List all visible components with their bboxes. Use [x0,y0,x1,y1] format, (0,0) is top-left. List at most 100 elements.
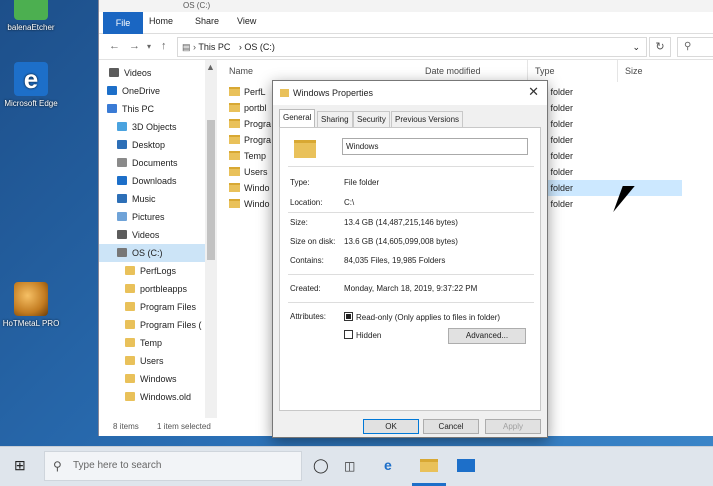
file-name-text: PerfL [244,87,266,97]
tab-file[interactable]: File [103,12,143,34]
sidebar-item[interactable]: Windows [99,370,205,388]
sidebar-item[interactable]: 3D Objects [99,118,205,136]
selection-count: 1 item selected [157,422,211,431]
folder-name-field[interactable]: Windows [342,138,528,155]
desktop-icon-balenaetcher[interactable]: balenaEtcher [0,0,62,32]
drive-icon: ▤ › [182,42,197,52]
divider [288,166,534,167]
tab-previous-versions[interactable]: Previous Versions [391,111,464,127]
column-divider[interactable] [617,60,618,82]
folder-icon [229,87,240,96]
checkbox-indeterminate-icon [344,312,353,321]
readonly-label: Read-only (Only applies to files in fold… [356,313,501,322]
tab-sharing[interactable]: Sharing [317,111,353,127]
sidebar-item[interactable]: OneDrive [99,82,205,100]
mail-icon[interactable] [457,459,475,472]
sidebar-item[interactable]: Temp [99,334,205,352]
back-arrow-icon[interactable]: ← [109,40,120,52]
sidebar-item[interactable]: portbleapps [99,280,205,298]
readonly-checkbox[interactable]: Read-only (Only applies to files in fold… [344,312,500,322]
file-explorer-icon[interactable] [420,459,438,472]
sidebar-item[interactable]: Users [99,352,205,370]
scrollbar-thumb[interactable] [207,120,215,260]
checkbox-icon [344,330,353,339]
tab-general[interactable]: General [279,109,316,127]
sidebar-item[interactable]: Program Files ( [99,316,205,334]
column-header-type[interactable]: Type [535,66,555,76]
documents-icon [117,158,127,167]
breadcrumb-os-c[interactable]: OS (C:) [244,42,275,52]
column-divider[interactable] [527,60,528,82]
sidebar-item-label: portbleapps [140,284,188,294]
folder-icon [229,167,240,176]
tab-home[interactable]: Home [149,16,173,26]
item-count: 8 items [113,422,139,431]
sidebar-item[interactable]: Documents [99,154,205,172]
desktop-icon-hotmetal[interactable]: HoTMetaL PRO [0,282,62,328]
cancel-button[interactable]: Cancel [423,419,479,434]
videos-icon [117,230,127,239]
sidebar-item[interactable]: Windows.old [99,388,205,406]
file-name-text: Users [244,167,268,177]
windows-start-icon[interactable]: ⊞ [14,457,26,474]
hidden-checkbox[interactable]: Hidden [344,330,381,340]
column-header-date-modified[interactable]: Date modified [425,66,481,76]
file-name: Users [229,164,268,180]
sidebar-item[interactable]: Downloads [99,172,205,190]
chevron-down-icon[interactable]: ⌄ [632,38,640,56]
pictures-icon [117,212,127,221]
dialog-titlebar[interactable]: Windows Properties ✕ [273,81,547,105]
sidebar-item-label: Users [140,356,164,366]
divider [288,274,534,275]
folder-icon [125,338,135,347]
tab-security[interactable]: Security [353,111,390,127]
folder-icon [125,320,135,329]
sidebar-item[interactable]: Desktop [99,136,205,154]
type-value: File folder [344,178,380,187]
ok-button[interactable]: OK [363,419,419,434]
forward-arrow-icon[interactable]: → [129,40,140,52]
tab-share[interactable]: Share [195,16,219,26]
file-name: Temp [229,148,266,164]
cortana-icon[interactable]: ◯ [313,457,329,474]
sidebar-item-label: This PC [122,104,155,114]
edge-icon[interactable]: e [384,457,392,473]
desktop-icon-edge[interactable]: e Microsoft Edge [0,62,62,108]
sidebar-item[interactable]: This PC [99,100,205,118]
sidebar-item[interactable]: Program Files [99,298,205,316]
close-icon[interactable]: ✕ [528,81,539,103]
sidebar-item[interactable]: Videos [99,226,205,244]
navigation-pane: Videos OneDrive This PC 3D Objects Desktop Do… [99,60,205,418]
breadcrumb-this-pc[interactable]: This PC [198,42,230,52]
location-value: C:\ [344,198,355,207]
folder-icon [280,89,289,97]
advanced-button[interactable]: Advanced... [448,328,526,344]
sidebar-item[interactable]: PerfLogs [99,262,205,280]
file-name: Windo [229,180,270,196]
sidebar-item[interactable]: Music [99,190,205,208]
music-icon [117,194,127,203]
refresh-icon[interactable]: ↻ [649,37,671,57]
edge-icon: e [14,62,48,96]
folder-icon [229,119,240,128]
sidebar-item[interactable]: Videos [99,64,205,82]
drive-icon [117,248,127,257]
sidebar-item[interactable]: OS (C:) [99,244,205,262]
size-value: 13.4 GB (14,487,215,146 bytes) [344,218,458,227]
apply-button[interactable]: Apply [485,419,541,434]
task-view-icon[interactable]: ◫ [344,459,355,473]
up-arrow-icon[interactable]: ↑ [161,40,167,52]
search-icon[interactable]: ⚲ [677,37,713,57]
navigation-scrollbar[interactable]: ▲ [205,60,217,418]
sidebar-item-label: Program Files [140,302,197,312]
desktop-icon-label: Microsoft Edge [4,99,58,108]
tab-view[interactable]: View [237,16,256,26]
address-bar[interactable]: ▤ › This PC › OS (C:) ⌄ [177,37,647,57]
sidebar-item-label: Temp [140,338,163,348]
taskbar-search-box[interactable]: ⚲ Type here to search [44,451,302,481]
sidebar-item[interactable]: Pictures [99,208,205,226]
scroll-up-icon[interactable]: ▲ [206,62,215,72]
recent-chevron-icon[interactable]: ▾ [147,42,151,51]
column-header-size[interactable]: Size [625,66,643,76]
column-header-name[interactable]: Name [229,66,253,76]
